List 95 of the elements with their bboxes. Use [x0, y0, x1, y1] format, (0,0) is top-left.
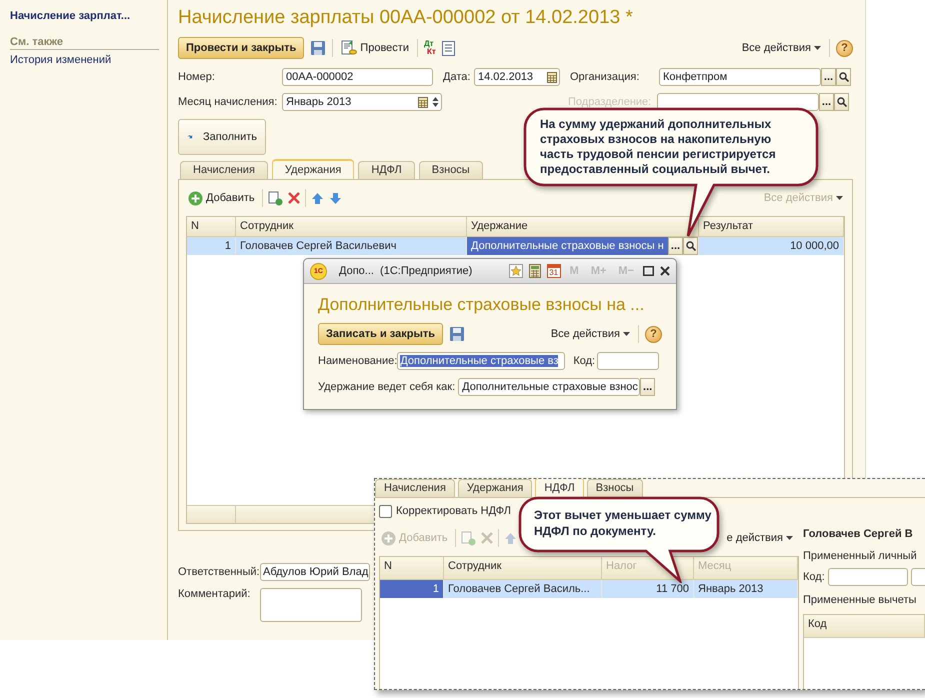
name-field[interactable]: Дополнительные страховые вз — [397, 352, 566, 370]
arrow-down-icon[interactable] — [328, 192, 342, 204]
caret-icon — [814, 46, 821, 50]
star-icon[interactable] — [508, 264, 523, 278]
field-label: Удержание ведет себя как: — [318, 381, 456, 393]
search-button[interactable] — [834, 93, 849, 111]
calendar-grid-icon — [547, 72, 557, 82]
tab[interactable]: Начисления — [375, 479, 455, 497]
table-cell: 1 — [187, 237, 236, 255]
table-row[interactable]: 1 Головачев Сергей Василь... 11 700 Январь 2013 — [380, 580, 798, 598]
tab[interactable]: Взносы — [586, 479, 643, 497]
column-header[interactable]: Код — [804, 615, 925, 637]
copy-add-icon[interactable] — [268, 190, 283, 206]
spin-arrows-icon — [432, 96, 439, 108]
caret-icon — [836, 196, 843, 200]
table-cell[interactable]: Дополнительные страховые взносы н — [467, 240, 668, 252]
tab[interactable]: Начисления — [180, 161, 268, 179]
checkbox-label[interactable]: Корректировать НДФЛ — [396, 505, 512, 517]
delete-icon[interactable] — [288, 192, 300, 204]
search-icon — [686, 241, 696, 251]
add-button[interactable]: Добавить — [186, 190, 257, 206]
all-actions-menu[interactable]: Все действия — [740, 42, 823, 54]
text-field[interactable] — [910, 568, 925, 586]
caret-icon — [623, 332, 630, 336]
caret-icon — [786, 536, 793, 540]
section-label: Примененные вычеты — [803, 594, 918, 606]
column-header[interactable]: N — [380, 557, 444, 579]
checkbox[interactable] — [379, 504, 392, 518]
choice-button[interactable]: ... — [821, 68, 836, 86]
document-icon[interactable] — [442, 40, 455, 56]
callout-text: Этот вычет уменьшает сумму НДФЛ по документу. — [534, 507, 712, 539]
choice-button[interactable]: ... — [668, 237, 683, 255]
search-button[interactable] — [683, 237, 698, 255]
field-label: Комментарий: — [178, 588, 252, 602]
table-cell: 1 — [380, 580, 444, 598]
table-row[interactable]: 1 Головачев Сергей Васильевич Дополнительные страховые взносы н ... 10 000,00 — [187, 237, 844, 255]
field-label: Организация: — [570, 71, 640, 83]
number-field[interactable]: 00АА-000002 — [282, 68, 433, 86]
plus-circle-icon — [188, 190, 203, 206]
code-field[interactable] — [828, 568, 908, 586]
calculator-icon[interactable] — [528, 264, 541, 278]
choice-button[interactable]: ... — [640, 378, 656, 396]
responsible-field[interactable]: Абдулов Юрий Влад — [260, 563, 370, 581]
tab[interactable]: Удержания — [458, 479, 532, 497]
debit-credit-icon[interactable]: Дт Кт — [424, 40, 436, 56]
post-button[interactable]: Провести — [339, 40, 411, 56]
section-label: Примененный личный — [803, 550, 918, 562]
fill-button[interactable]: Заполнить — [178, 119, 266, 155]
tab[interactable]: Взносы — [418, 161, 483, 179]
comment-field[interactable] — [260, 588, 362, 622]
field-label: Код: — [573, 355, 596, 367]
date-field[interactable]: 14.02.2013 — [474, 68, 560, 86]
section-heading: См. также — [10, 36, 159, 50]
field-label: Месяц начисления: — [178, 96, 278, 108]
calendar-icon[interactable]: 31 — [546, 264, 561, 278]
help-button[interactable]: ? — [836, 40, 853, 56]
post-and-close-button[interactable]: Провести и закрыть — [178, 37, 304, 59]
field-label: Ответственный: — [178, 566, 260, 578]
help-button[interactable]: ? — [645, 326, 662, 342]
table-cell: Головачев Сергей Василь... — [444, 580, 602, 598]
month-field[interactable]: Январь 2013 — [282, 93, 442, 111]
field-label: Наименование: — [318, 355, 398, 367]
all-actions-menu[interactable]: Все действия — [548, 328, 632, 340]
column-header[interactable]: Сотрудник — [444, 557, 602, 579]
tab[interactable]: НДФЛ — [535, 479, 584, 497]
callout-text: На сумму удержаний дополнительных страховых взносов на накопительную часть трудовой пенсии регистрируется предоставленный социальный вычет. — [540, 117, 777, 177]
selected-text: Дополнительные страховые вз — [400, 355, 558, 367]
close-icon[interactable] — [660, 266, 670, 276]
column-header[interactable]: N — [187, 217, 236, 236]
table-cell: Январь 2013 — [694, 580, 798, 598]
save-and-close-button[interactable]: Записать и закрыть — [318, 323, 444, 345]
organization-field[interactable]: Конфетпром — [659, 68, 821, 86]
table-cell: 10 000,00 — [699, 237, 844, 255]
field-label: Код: — [803, 571, 825, 583]
document-coins-icon — [341, 40, 358, 56]
field-label: Номер: — [178, 71, 216, 83]
maximize-icon[interactable] — [643, 266, 654, 276]
calendar-grid-icon — [418, 96, 428, 108]
search-icon — [838, 72, 848, 82]
dialog-title: Допо... (1С:Предприятие) — [339, 265, 472, 277]
behavior-field[interactable]: Дополнительные страховые взнос — [458, 378, 640, 396]
search-icon — [836, 97, 846, 107]
code-field[interactable] — [597, 352, 660, 370]
sidebar-title[interactable]: Начисление зарплат... — [10, 10, 159, 22]
tab[interactable]: Удержания — [272, 159, 354, 179]
employee-name: Головачев Сергей В — [803, 528, 914, 540]
search-button[interactable] — [836, 68, 851, 86]
dialog-heading: Дополнительные страховые взносы на ... — [318, 294, 646, 316]
arrow-up-icon[interactable] — [310, 192, 324, 204]
tab[interactable]: НДФЛ — [358, 161, 415, 179]
document-title: Начисление зарплаты 00АА-000002 от 14.02.2013 * — [178, 6, 634, 30]
column-header[interactable]: Сотрудник — [236, 217, 467, 236]
field-label: Дата: — [443, 71, 472, 83]
sidebar-link[interactable]: История изменений — [10, 54, 159, 66]
plus-circle-icon — [381, 530, 396, 546]
